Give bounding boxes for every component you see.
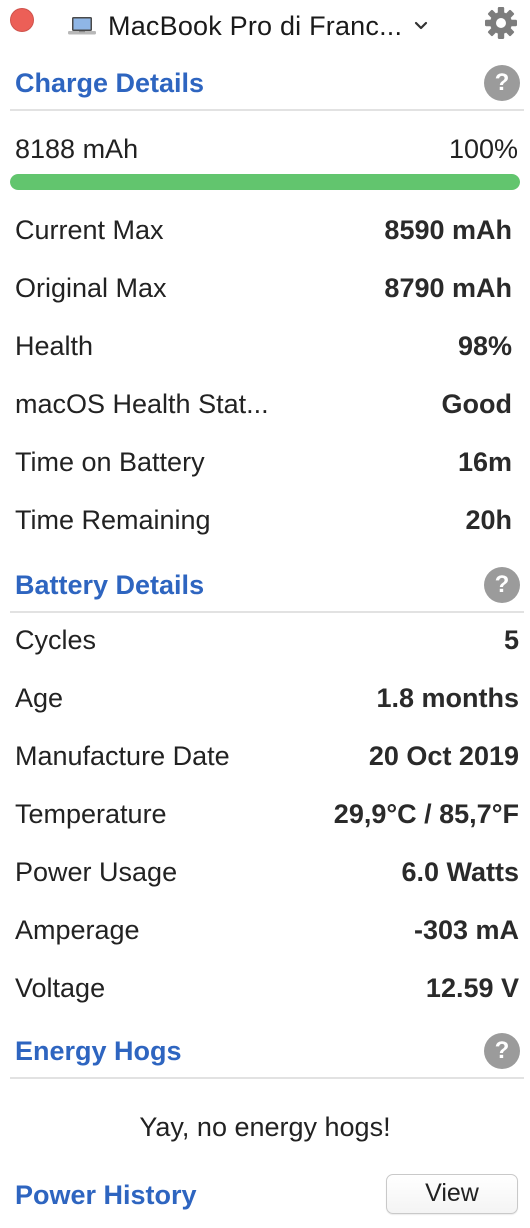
charge-progress-bar — [10, 174, 520, 190]
row-value: -303 mA — [413, 915, 519, 945]
row-time-remaining: Time Remaining 20h — [0, 492, 530, 550]
title-bar: MacBook Pro di Franc... — [0, 0, 530, 52]
row-value: 6.0 Watts — [401, 857, 519, 887]
row-temperature: Temperature 29,9°C / 85,7°F — [0, 786, 530, 844]
row-value: 98% — [457, 331, 512, 361]
row-power-usage: Power Usage 6.0 Watts — [0, 844, 530, 902]
row-cycles: Cycles 5 — [0, 612, 530, 670]
divider — [10, 109, 524, 111]
row-label: Voltage — [15, 973, 106, 1003]
row-value: Good — [441, 389, 512, 419]
row-value: 8790 mAh — [384, 273, 512, 303]
charge-details-title[interactable]: Charge Details — [15, 68, 204, 99]
row-value: 5 — [503, 625, 519, 655]
row-value: 16m — [457, 447, 512, 477]
charge-details-help-button[interactable]: ? — [484, 65, 520, 101]
row-original-max: Original Max 8790 mAh — [0, 260, 530, 318]
row-label: Current Max — [15, 215, 164, 245]
row-amperage: Amperage -303 mA — [0, 902, 530, 960]
row-value: 8590 mAh — [384, 215, 512, 245]
power-history-title[interactable]: Power History — [15, 1180, 197, 1211]
row-label: Time Remaining — [15, 505, 211, 535]
battery-details-help-button[interactable]: ? — [484, 567, 520, 603]
row-value: 20h — [465, 505, 512, 535]
row-age: Age 1.8 months — [0, 670, 530, 728]
charge-percent: 100% — [448, 134, 518, 164]
row-value: 12.59 V — [425, 973, 519, 1003]
row-label: Age — [15, 683, 64, 713]
row-label: Original Max — [15, 273, 167, 303]
row-value: 1.8 months — [376, 683, 519, 713]
battery-details-title[interactable]: Battery Details — [15, 570, 204, 601]
view-power-history-button[interactable]: View — [386, 1174, 518, 1214]
device-selector[interactable]: MacBook Pro di Franc... — [68, 8, 428, 44]
row-manufacture-date: Manufacture Date 20 Oct 2019 — [0, 728, 530, 786]
row-label: Manufacture Date — [15, 741, 230, 771]
charge-details-list: Current Max 8590 mAh Original Max 8790 m… — [0, 202, 530, 550]
row-current-max: Current Max 8590 mAh — [0, 202, 530, 260]
laptop-icon — [68, 17, 96, 35]
row-voltage: Voltage 12.59 V — [0, 960, 530, 1018]
row-label: Temperature — [15, 799, 167, 829]
device-name: MacBook Pro di Franc... — [108, 10, 403, 41]
row-value: 20 Oct 2019 — [368, 741, 519, 771]
row-time-on-battery: Time on Battery 16m — [0, 434, 530, 492]
charge-details-header: Charge Details ? — [0, 62, 530, 108]
row-value: 29,9°C / 85,7°F — [333, 799, 519, 829]
current-charge-value: 8188 mAh — [15, 134, 139, 164]
charge-progress-fill — [10, 174, 520, 190]
row-label: Health — [15, 331, 94, 361]
row-health: Health 98% — [0, 318, 530, 376]
row-label: Power Usage — [15, 857, 178, 887]
close-button[interactable] — [10, 8, 34, 32]
row-macos-health-status: macOS Health Stat... Good — [0, 376, 530, 434]
charge-summary: 8188 mAh 100% — [0, 130, 530, 170]
row-label: Amperage — [15, 915, 140, 945]
energy-hogs-header: Energy Hogs ? — [0, 1030, 530, 1076]
row-label: macOS Health Stat... — [15, 389, 269, 419]
energy-hogs-empty-message: Yay, no energy hogs! — [139, 1112, 391, 1142]
divider — [10, 1077, 524, 1079]
row-label: Cycles — [15, 625, 97, 655]
energy-hogs-title[interactable]: Energy Hogs — [15, 1036, 182, 1067]
energy-hogs-help-button[interactable]: ? — [484, 1033, 520, 1069]
row-label: Time on Battery — [15, 447, 205, 477]
battery-details-header: Battery Details ? — [0, 564, 530, 610]
gear-icon[interactable] — [484, 6, 518, 40]
chevron-down-icon — [415, 21, 428, 30]
battery-details-list: Cycles 5 Age 1.8 months Manufacture Date… — [0, 612, 530, 1018]
